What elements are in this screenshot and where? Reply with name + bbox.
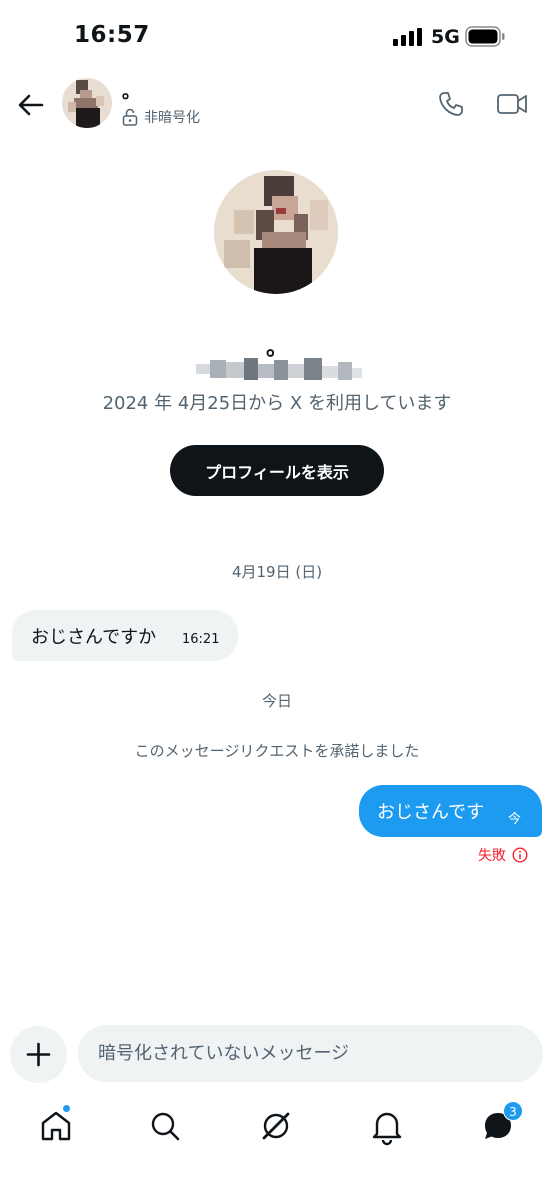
avatar[interactable] — [62, 78, 112, 128]
alert-circle-icon — [512, 847, 528, 863]
encryption-status: 非暗号化 — [122, 106, 200, 128]
header-display-name: 。 — [122, 82, 140, 103]
outgoing-message-text: おじさんです — [377, 802, 485, 823]
home-icon — [41, 1111, 71, 1141]
plus-icon — [26, 1042, 51, 1067]
send-failed-status[interactable]: 失敗 — [478, 845, 528, 865]
status-bar: 16:57 5G — [0, 0, 554, 70]
unread-badge: 3 — [503, 1101, 523, 1121]
add-attachment-button[interactable] — [10, 1026, 67, 1083]
phone-icon[interactable] — [437, 90, 465, 118]
nav-search[interactable] — [145, 1106, 185, 1146]
joined-date: 2024 年 4月25日から X を利用しています — [102, 393, 452, 414]
view-profile-button[interactable]: プロフィールを表示 — [170, 445, 384, 496]
signal-icon — [393, 28, 422, 46]
video-icon[interactable] — [496, 90, 528, 118]
failed-label: 失敗 — [478, 848, 506, 864]
bell-icon — [372, 1112, 402, 1146]
nav-home[interactable] — [36, 1104, 76, 1146]
back-arrow-icon[interactable] — [14, 88, 48, 122]
outgoing-message[interactable]: おじさんです 今 — [359, 785, 542, 837]
nav-grok[interactable] — [256, 1106, 296, 1146]
search-icon — [151, 1112, 180, 1141]
profile-handle-redacted — [196, 358, 362, 380]
encryption-label: 非暗号化 — [144, 110, 200, 126]
nav-notifications[interactable] — [367, 1106, 407, 1146]
status-time: 16:57 — [74, 22, 150, 48]
system-message: このメッセージリクエストを承諾しました — [134, 742, 420, 760]
incoming-message[interactable]: おじさんですか 16:21 — [12, 610, 238, 661]
network-label: 5G — [431, 26, 460, 48]
incoming-message-text: おじさんですか — [31, 627, 157, 648]
nav-messages[interactable]: 3 — [478, 1101, 523, 1146]
date-separator-today: 今日 — [261, 692, 292, 710]
outgoing-message-time: 今 — [508, 812, 522, 827]
grok-icon — [262, 1112, 290, 1140]
notification-dot — [62, 1104, 71, 1113]
profile-avatar[interactable] — [214, 170, 338, 294]
lock-open-icon — [122, 108, 138, 126]
bottom-navigation: 3 — [0, 1098, 554, 1158]
incoming-message-time: 16:21 — [182, 632, 220, 647]
date-separator: 4月19日 (日) — [231, 563, 323, 581]
battery-icon — [465, 26, 505, 47]
message-input[interactable] — [78, 1025, 543, 1082]
conversation-header: 。 非暗号化 — [0, 70, 554, 142]
